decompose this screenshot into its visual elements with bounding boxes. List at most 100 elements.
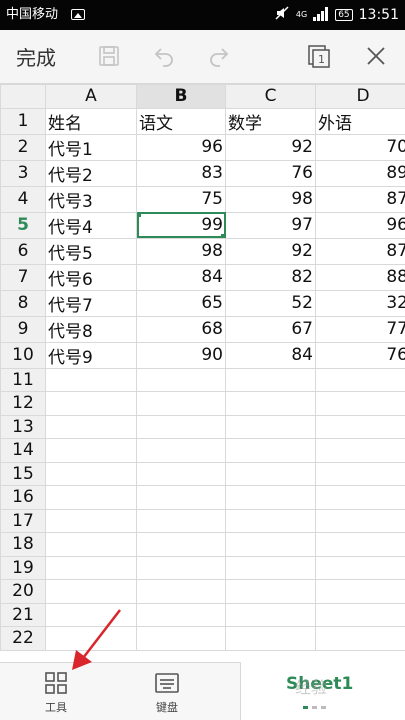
column-header-a[interactable]: A (45, 84, 137, 109)
cell-d6[interactable]: 87 (315, 237, 405, 265)
cell-c10[interactable]: 84 (225, 341, 316, 369)
cell-d4[interactable]: 87 (315, 185, 405, 213)
cell-b21[interactable] (136, 602, 226, 627)
row-header[interactable]: 17 (0, 508, 46, 533)
selection-handle-end[interactable] (221, 233, 225, 237)
row-header[interactable]: 18 (0, 532, 46, 557)
cell-a1[interactable]: 姓名 (45, 107, 137, 135)
row-header[interactable]: 14 (0, 438, 46, 463)
cell-b17[interactable] (136, 508, 226, 533)
tools-button[interactable]: 工具 (26, 671, 86, 715)
cell-a14[interactable] (45, 438, 137, 463)
cell-d5[interactable]: 96 (315, 211, 405, 239)
cell-c22[interactable] (225, 626, 316, 651)
cell-c8[interactable]: 52 (225, 289, 316, 317)
cell-c21[interactable] (225, 602, 316, 627)
cell-b7[interactable]: 84 (136, 263, 226, 291)
selection-handle-start[interactable] (137, 213, 141, 217)
cell-b16[interactable] (136, 485, 226, 510)
cell-c12[interactable] (225, 391, 316, 416)
cell-d7[interactable]: 88 (315, 263, 405, 291)
cell-c4[interactable]: 98 (225, 185, 316, 213)
cell-a20[interactable] (45, 579, 137, 604)
cell-d16[interactable] (315, 485, 405, 510)
cell-a8[interactable]: 代号7 (45, 289, 137, 317)
cell-a10[interactable]: 代号9 (45, 341, 137, 369)
cell-d22[interactable] (315, 626, 405, 651)
cell-c7[interactable]: 82 (225, 263, 316, 291)
row-header[interactable]: 5 (0, 211, 46, 239)
undo-icon[interactable] (150, 42, 178, 70)
cell-c5[interactable]: 97 (225, 211, 316, 239)
cell-c18[interactable] (225, 532, 316, 557)
column-header-b[interactable]: B (136, 84, 226, 109)
cell-d2[interactable]: 70 (315, 133, 405, 161)
cell-d17[interactable] (315, 508, 405, 533)
cell-b6[interactable]: 98 (136, 237, 226, 265)
cell-b4[interactable]: 75 (136, 185, 226, 213)
cell-a13[interactable] (45, 414, 137, 439)
cell-b5[interactable]: 99 (136, 211, 226, 239)
cell-c14[interactable] (225, 438, 316, 463)
cell-c9[interactable]: 67 (225, 315, 316, 343)
cell-d20[interactable] (315, 579, 405, 604)
row-header[interactable]: 21 (0, 602, 46, 627)
cell-b11[interactable] (136, 367, 226, 392)
cell-d1[interactable]: 外语 (315, 107, 405, 135)
column-header-c[interactable]: C (225, 84, 316, 109)
cell-d9[interactable]: 77 (315, 315, 405, 343)
cell-b13[interactable] (136, 414, 226, 439)
cell-d19[interactable] (315, 555, 405, 580)
cell-d18[interactable] (315, 532, 405, 557)
row-header[interactable]: 9 (0, 315, 46, 343)
cell-c2[interactable]: 92 (225, 133, 316, 161)
cell-c6[interactable]: 92 (225, 237, 316, 265)
cell-a19[interactable] (45, 555, 137, 580)
cell-b9[interactable]: 68 (136, 315, 226, 343)
row-header[interactable]: 19 (0, 555, 46, 580)
row-header[interactable]: 12 (0, 391, 46, 416)
cell-c17[interactable] (225, 508, 316, 533)
cell-d3[interactable]: 89 (315, 159, 405, 187)
cell-a12[interactable] (45, 391, 137, 416)
cell-a9[interactable]: 代号8 (45, 315, 137, 343)
row-header[interactable]: 4 (0, 185, 46, 213)
cell-b2[interactable]: 96 (136, 133, 226, 161)
cell-b3[interactable]: 83 (136, 159, 226, 187)
row-header[interactable]: 6 (0, 237, 46, 265)
keyboard-button[interactable]: 键盘 (137, 671, 197, 715)
cell-c20[interactable] (225, 579, 316, 604)
sheets-switch-button[interactable]: 1 (305, 42, 333, 70)
row-header[interactable]: 20 (0, 579, 46, 604)
spreadsheet-grid[interactable]: A B C D 1姓名语文数学外语2代号19692703代号28376894代号… (0, 84, 405, 662)
cell-c13[interactable] (225, 414, 316, 439)
cell-c11[interactable] (225, 367, 316, 392)
cell-b14[interactable] (136, 438, 226, 463)
row-header[interactable]: 13 (0, 414, 46, 439)
row-header[interactable]: 2 (0, 133, 46, 161)
cell-b8[interactable]: 65 (136, 289, 226, 317)
row-header[interactable]: 7 (0, 263, 46, 291)
cell-a2[interactable]: 代号1 (45, 133, 137, 161)
cell-a11[interactable] (45, 367, 137, 392)
cell-d10[interactable]: 76 (315, 341, 405, 369)
row-header[interactable]: 8 (0, 289, 46, 317)
redo-icon[interactable] (205, 42, 233, 70)
cell-b18[interactable] (136, 532, 226, 557)
cell-a3[interactable]: 代号2 (45, 159, 137, 187)
cell-b19[interactable] (136, 555, 226, 580)
cell-a5[interactable]: 代号4 (45, 211, 137, 239)
cell-a16[interactable] (45, 485, 137, 510)
cell-d12[interactable] (315, 391, 405, 416)
cell-b1[interactable]: 语文 (136, 107, 226, 135)
cell-b12[interactable] (136, 391, 226, 416)
row-header[interactable]: 3 (0, 159, 46, 187)
corner-cell[interactable] (0, 84, 46, 109)
cell-c15[interactable] (225, 461, 316, 486)
cell-d14[interactable] (315, 438, 405, 463)
cell-d11[interactable] (315, 367, 405, 392)
row-header[interactable]: 10 (0, 341, 46, 369)
cell-d21[interactable] (315, 602, 405, 627)
cell-b10[interactable]: 90 (136, 341, 226, 369)
cell-d13[interactable] (315, 414, 405, 439)
